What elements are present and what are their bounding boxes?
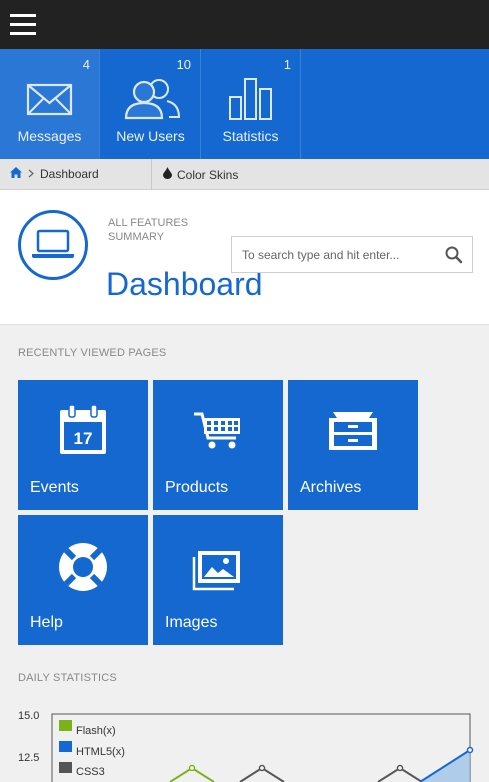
breadcrumb-divider [151,159,152,190]
envelope-icon [0,77,99,121]
tile-products-label: Products [165,479,229,496]
flash-point [188,764,196,772]
breadcrumb-current[interactable]: Dashboard [40,167,99,181]
tile-archives-label: Archives [300,479,362,496]
daily-statistics-chart: 15.0 12.5 Flash(x) HTML5(x) CSS3 [0,700,489,782]
tile-images[interactable]: Images [153,515,283,645]
breadcrumb: Dashboard [10,167,99,181]
statistics-count: 1 [283,57,291,72]
features-line-1: ALL FEATURES [108,217,189,229]
stats-bar: 4 Messages 10 New Users 1 Statistics [0,49,489,159]
home-icon[interactable] [10,167,22,181]
messages-label: Messages [17,128,82,144]
tile-products[interactable]: Products [153,380,283,510]
tile-images-label: Images [165,614,218,631]
legend-flash: Flash(x) [76,725,116,737]
users-icon [101,77,200,121]
chevron-right-icon [28,167,34,181]
calendar-icon: 17 [53,402,113,462]
breadcrumb-bar: Dashboard Color Skins [0,159,489,190]
tile-help[interactable]: Help [18,515,148,645]
drop-icon [163,167,172,182]
html5-point [466,746,474,754]
legend-css3: CSS3 [76,766,105,778]
features-line-2: SUMMARY [108,231,165,243]
css3-point-a [258,764,266,772]
hamburger-icon[interactable] [10,14,36,35]
messages-count: 4 [82,57,90,72]
calendar-date: 17 [74,429,93,448]
images-icon [188,537,248,597]
archive-icon [323,402,383,462]
legend-html5: HTML5(x) [76,746,125,758]
legend-css3-swatch [59,762,72,773]
search-icon[interactable] [445,246,463,264]
search-input[interactable] [242,246,437,264]
daily-statistics-heading: DAILY STATISTICS [18,672,117,684]
legend-flash-swatch [59,720,72,731]
tile-help-label: Help [30,614,63,631]
tile-events[interactable]: 17 Events [18,380,148,510]
laptop-icon [18,210,88,280]
page-header: ALL FEATURES SUMMARY Dashboard [0,190,489,325]
top-bar [0,0,489,49]
tile-events-label: Events [30,479,79,496]
legend-html5-swatch [59,741,72,752]
statistics-label: Statistics [222,128,279,144]
tile-archives[interactable]: Archives [288,380,418,510]
recently-viewed-heading: RECENTLY VIEWED PAGES [18,347,167,359]
y-tick-15: 15.0 [18,710,39,722]
features-summary: ALL FEATURES SUMMARY [108,216,188,244]
stat-new-users[interactable]: 10 New Users [101,49,201,159]
stat-messages[interactable]: 4 Messages [0,49,100,159]
new-users-label: New Users [116,128,185,144]
bar-chart-icon [201,77,300,121]
search-box [231,236,473,273]
stat-statistics[interactable]: 1 Statistics [201,49,301,159]
y-tick-12-5: 12.5 [18,752,39,764]
shopping-cart-icon [188,402,248,462]
css3-point-b [396,764,404,772]
color-skins-button[interactable]: Color Skins [163,167,238,182]
lifebuoy-icon [53,537,113,597]
new-users-count: 10 [176,57,191,72]
color-skins-label: Color Skins [177,167,239,182]
